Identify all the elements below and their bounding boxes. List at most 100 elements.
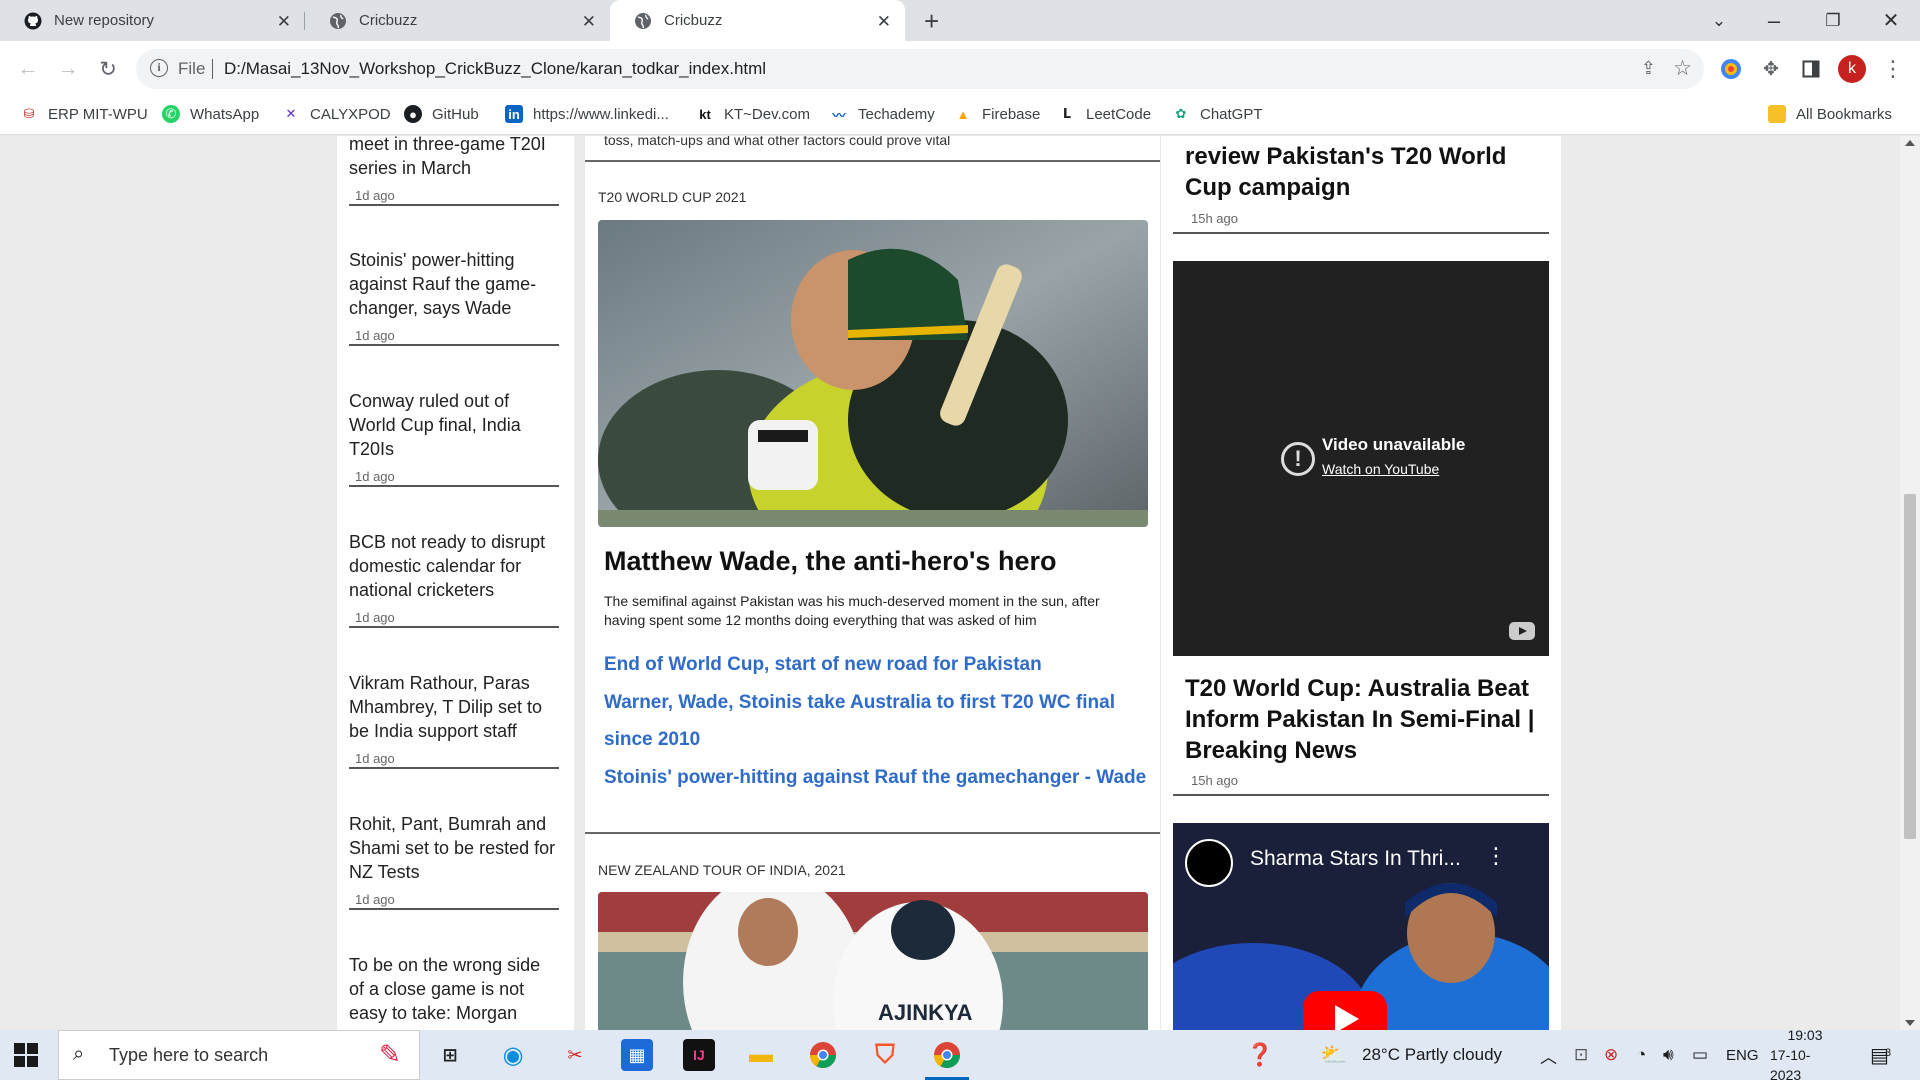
tab-search-chevron-icon[interactable]: ⌄ [1696, 0, 1742, 41]
windows-start-icon[interactable] [14, 1043, 38, 1067]
related-link[interactable]: Warner, Wade, Stoinis take Australia to … [604, 684, 1149, 759]
extension-colorful-icon[interactable] [1718, 56, 1744, 82]
reload-icon[interactable]: ↻ [94, 55, 122, 83]
tab-new-repository[interactable]: New repository ✕ [0, 0, 305, 41]
close-tab-icon[interactable]: ✕ [877, 12, 891, 32]
more-menu-icon[interactable]: ⋮ [1880, 56, 1906, 82]
firebase-icon: ▲ [956, 106, 970, 122]
video-more-icon[interactable]: ⋮ [1485, 843, 1507, 869]
news-title[interactable]: Vikram Rathour, Paras Mhambrey, T Dilip … [349, 671, 559, 743]
chrome-icon[interactable] [807, 1039, 839, 1071]
news-item[interactable]: BCB not ready to disrupt domestic calend… [349, 530, 559, 628]
news-title[interactable]: meet in three-game T20I series in March [349, 136, 559, 180]
bookmark-kt-dev[interactable]: kt KT~Dev.com [696, 105, 810, 123]
url-text[interactable]: D:/Masai_13Nov_Workshop_CrickBuzz_Clone/… [224, 59, 766, 79]
bookmark-star-icon[interactable]: ☆ [1673, 56, 1692, 81]
show-hidden-icons-chevron[interactable]: ︿ [1540, 1030, 1557, 1080]
snipping-tool-icon[interactable]: ✂ [559, 1039, 591, 1071]
bookmark-techademy[interactable]: 〰 Techademy [830, 105, 934, 123]
battery-icon[interactable]: ▭ [1692, 1030, 1708, 1080]
edge-icon[interactable]: ◉ [497, 1039, 529, 1071]
news-time: 1d ago [355, 610, 395, 625]
bookmark-linkedin[interactable]: in https://www.linkedi... [505, 105, 669, 123]
watch-on-youtube-link[interactable]: Watch on YouTube [1322, 461, 1439, 477]
brave-icon[interactable]: ⛉ [869, 1039, 901, 1071]
news-title[interactable]: To be on the wrong side of a close game … [349, 953, 559, 1025]
page-scrollbar[interactable] [1900, 136, 1920, 1030]
chrome-active-icon[interactable] [925, 1039, 969, 1080]
profile-avatar[interactable]: k [1838, 55, 1866, 83]
back-arrow-icon[interactable]: ← [14, 55, 42, 83]
task-view-icon[interactable]: ⊞ [434, 1039, 466, 1071]
youtube-logo-icon[interactable] [1509, 622, 1535, 640]
wifi-icon[interactable]: ◔ [1636, 1030, 1646, 1080]
search-icon: ⌕ [73, 1043, 85, 1065]
news-item[interactable]: meet in three-game T20I series in March … [349, 136, 559, 206]
intellij-icon[interactable]: IJ [683, 1039, 715, 1071]
article-headline[interactable]: Matthew Wade, the anti-hero's hero [604, 546, 1056, 577]
weather-text[interactable]: 28°C Partly cloudy [1362, 1030, 1502, 1080]
weather-icon[interactable]: ⛅ [1320, 1030, 1347, 1080]
close-tab-icon[interactable]: ✕ [582, 12, 596, 32]
share-icon[interactable]: ⇪ [1641, 58, 1656, 79]
minimize-icon[interactable]: – [1751, 0, 1797, 41]
page-viewport: meet in three-game T20I series in March … [0, 136, 1900, 1030]
bookmark-calyxpod[interactable]: ✕ CALYXPOD [282, 105, 391, 123]
news-time: 1d ago [355, 328, 395, 343]
taskbar-search[interactable]: ⌕ Type here to search ✎ [58, 1030, 420, 1080]
news-item[interactable]: To be on the wrong side of a close game … [349, 953, 559, 1025]
close-tab-icon[interactable]: ✕ [277, 12, 291, 32]
video-headline[interactable]: review Pakistan's T20 World Cup campaign [1185, 141, 1555, 203]
whatsapp-icon: ✆ [162, 105, 180, 123]
bookmark-leetcode[interactable]: ᒪ LeetCode [1058, 105, 1151, 123]
bookmark-whatsapp[interactable]: ✆ WhatsApp [162, 105, 259, 123]
scroll-down-icon[interactable] [1905, 1020, 1915, 1026]
video-player-sharma[interactable]: Sharma Stars In Thri... ⋮ [1173, 823, 1549, 1030]
video-title[interactable]: Sharma Stars In Thri... [1250, 847, 1461, 871]
network-status-icon[interactable]: ⊡ [1574, 1030, 1588, 1080]
news-item[interactable]: Stoinis' power-hitting against Rauf the … [349, 248, 559, 346]
news-title[interactable]: Stoinis' power-hitting against Rauf the … [349, 248, 559, 320]
forward-arrow-icon[interactable]: → [54, 55, 82, 83]
language-indicator[interactable]: ENG [1726, 1030, 1759, 1080]
section-label[interactable]: T20 WORLD CUP 2021 [598, 189, 746, 205]
scroll-up-icon[interactable] [1905, 140, 1915, 146]
clock[interactable]: 19:03 17-10-2023 [1770, 1027, 1840, 1080]
related-link[interactable]: Stoinis' power-hitting against Rauf the … [604, 759, 1149, 797]
tab-cricbuzz[interactable]: Cricbuzz ✕ [305, 0, 610, 41]
help-icon[interactable]: ❓ [1246, 1030, 1273, 1080]
extensions-puzzle-icon[interactable]: ✥ [1758, 56, 1784, 82]
bookmark-erp[interactable]: ⛁ ERP MIT-WPU [20, 105, 148, 123]
all-bookmarks[interactable]: All Bookmarks [1768, 105, 1892, 123]
news-title[interactable]: Rohit, Pant, Bumrah and Shami set to be … [349, 812, 559, 884]
video-player-unavailable[interactable]: ! Video unavailable Watch on YouTube [1173, 261, 1549, 656]
tab-cricbuzz-active[interactable]: Cricbuzz ✕ [610, 0, 905, 41]
wade-celebration-image[interactable] [598, 220, 1148, 527]
side-panel-icon[interactable] [1798, 56, 1824, 82]
channel-logo-icon[interactable] [1185, 839, 1233, 887]
search-placeholder[interactable]: Type here to search [109, 1045, 268, 1066]
bookmark-github[interactable]: ● GitHub [404, 105, 479, 123]
store-icon[interactable]: ▦ [621, 1039, 653, 1071]
volume-icon[interactable]: 🔊︎ [1663, 1030, 1674, 1080]
bookmark-firebase[interactable]: ▲ Firebase [954, 105, 1041, 123]
site-info-icon[interactable]: i [150, 59, 168, 77]
video-headline[interactable]: T20 World Cup: Australia Beat Inform Pak… [1185, 673, 1555, 766]
scroll-thumb[interactable] [1904, 494, 1916, 839]
news-item[interactable]: Conway ruled out of World Cup final, Ind… [349, 389, 559, 487]
section-label[interactable]: NEW ZEALAND TOUR OF INDIA, 2021 [598, 862, 846, 878]
new-tab-icon[interactable]: + [924, 6, 939, 37]
related-link[interactable]: End of World Cup, start of new road for … [604, 646, 1149, 684]
news-title[interactable]: BCB not ready to disrupt domestic calend… [349, 530, 559, 602]
file-explorer-icon[interactable]: ▬ [745, 1039, 777, 1071]
address-bar[interactable]: i File D:/Masai_13Nov_Workshop_CrickBuzz… [136, 49, 1704, 89]
restore-icon[interactable]: ❐ [1810, 0, 1856, 41]
security-alert-icon[interactable]: ⊗ [1604, 1030, 1618, 1080]
close-window-icon[interactable]: ✕ [1868, 0, 1914, 41]
news-title[interactable]: Conway ruled out of World Cup final, Ind… [349, 389, 559, 461]
news-item[interactable]: Rohit, Pant, Bumrah and Shami set to be … [349, 812, 559, 910]
bookmark-chatgpt[interactable]: ✿ ChatGPT [1172, 105, 1263, 123]
erp-icon: ⛁ [23, 106, 35, 121]
kohli-rahane-image[interactable]: AJINKYA [598, 892, 1148, 1030]
news-item[interactable]: Vikram Rathour, Paras Mhambrey, T Dilip … [349, 671, 559, 769]
